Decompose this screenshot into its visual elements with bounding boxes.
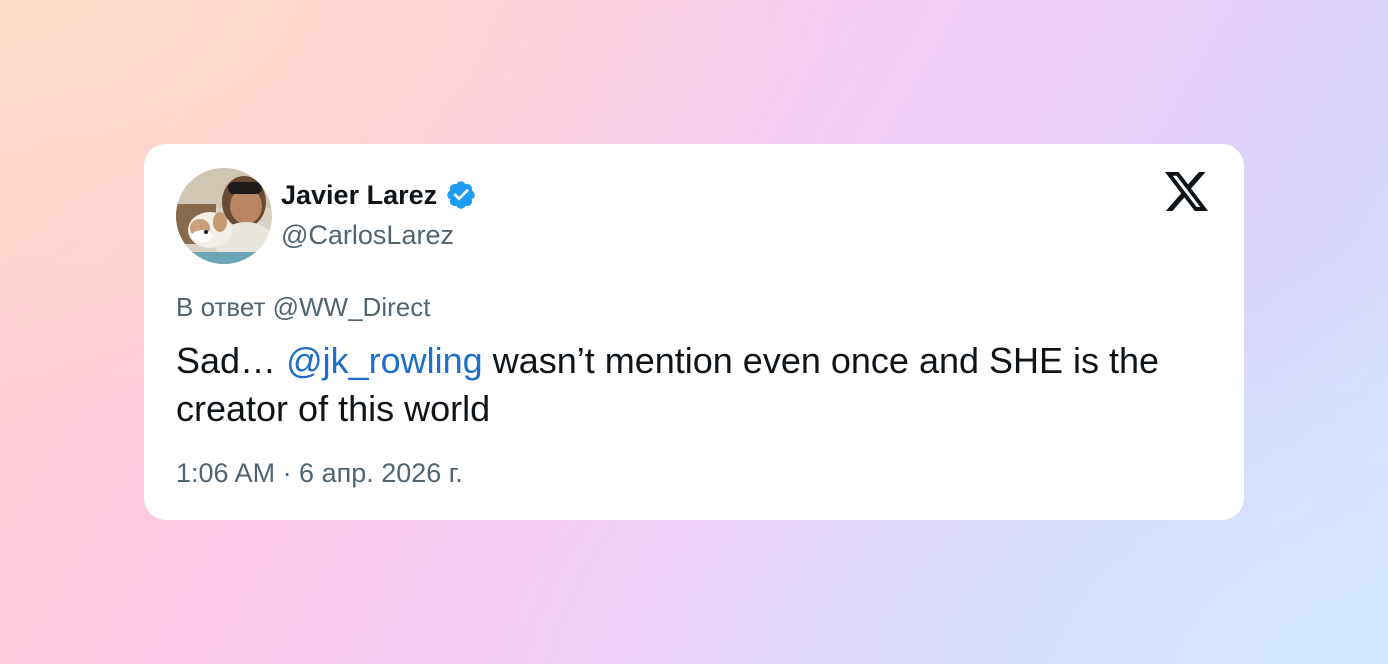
mention-link[interactable]: @jk_rowling — [286, 340, 483, 381]
tweet-text: Sad… @jk_rowling wasn’t mention even onc… — [176, 337, 1196, 433]
reply-context: В ответ @WW_Direct — [176, 292, 431, 322]
author-name-row: Javier Larez — [281, 177, 477, 213]
tweet-card: Javier Larez @CarlosLarez В ответ @WW_Di… — [144, 144, 1244, 520]
avatar[interactable] — [176, 168, 272, 264]
tweet-timestamp[interactable]: 1:06 AM · 6 апр. 2026 г. — [176, 458, 463, 489]
verified-badge-icon — [445, 179, 477, 211]
tweet-text-prefix: Sad… — [176, 340, 287, 381]
author-name[interactable]: Javier Larez — [281, 180, 437, 211]
avatar-photo — [176, 168, 272, 264]
author-handle[interactable]: @CarlosLarez — [281, 220, 454, 251]
x-logo-icon[interactable] — [1164, 171, 1210, 215]
